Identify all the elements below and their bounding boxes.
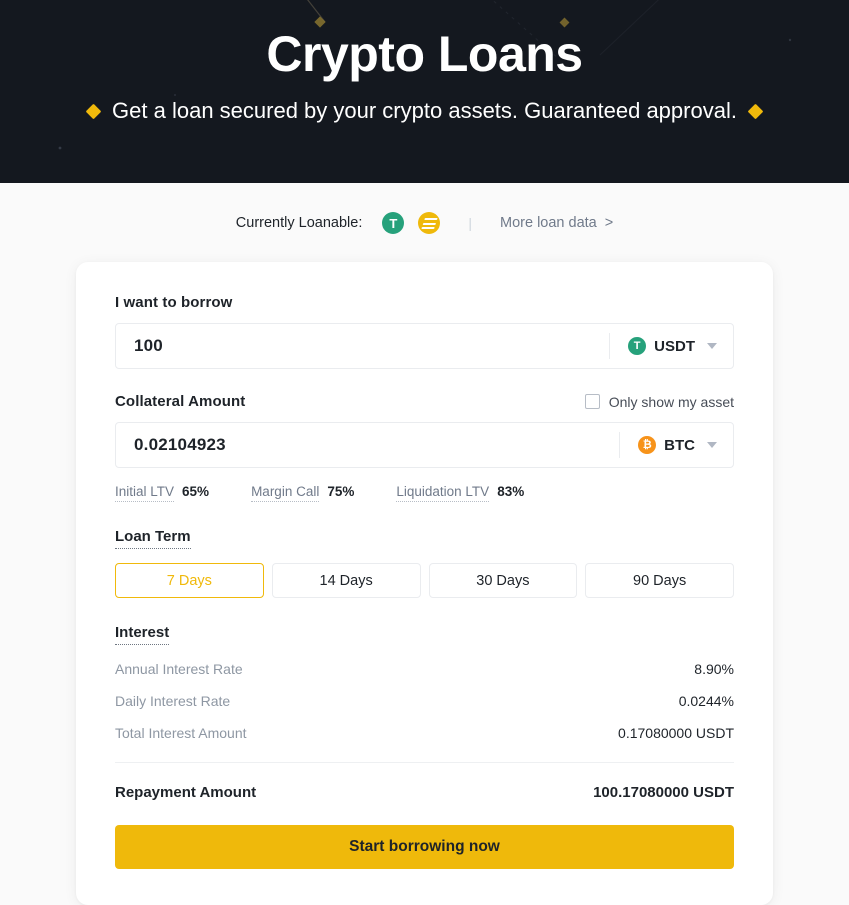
borrow-amount-input[interactable]: 100 bbox=[116, 336, 609, 356]
borrow-input-group[interactable]: 100 T USDT bbox=[115, 323, 734, 369]
btc-glyph: ₿ bbox=[642, 439, 652, 451]
checkbox-box-icon[interactable] bbox=[584, 394, 600, 409]
more-loan-data-label: More loan data bbox=[500, 215, 597, 231]
hero-subtitle: Get a loan secured by your crypto assets… bbox=[112, 98, 737, 123]
borrow-asset-label: USDT bbox=[654, 337, 695, 355]
ltv-row: Initial LTV 65% Margin Call 75% Liquidat… bbox=[115, 484, 734, 502]
total-interest-amount-label: Total Interest Amount bbox=[115, 725, 247, 741]
hero-banner: Crypto Loans Get a loan secured by your … bbox=[0, 0, 849, 183]
collateral-asset-label: BTC bbox=[664, 436, 695, 454]
ltv-margin-call-value: 75% bbox=[327, 484, 355, 499]
loanable-coin-list: T bbox=[382, 212, 441, 234]
interest-row-total: Total Interest Amount 0.17080000 USDT bbox=[115, 725, 734, 741]
repayment-row: Repayment Amount 100.17080000 USDT bbox=[115, 784, 734, 801]
loan-term-option-7-days[interactable]: 7 Days bbox=[115, 563, 264, 598]
hero-subtitle-row: Get a loan secured by your crypto assets… bbox=[85, 96, 764, 126]
ltv-margin-call-label[interactable]: Margin Call bbox=[251, 484, 320, 502]
loan-term-options: 7 Days 14 Days 30 Days 90 Days bbox=[115, 563, 734, 598]
chevron-right-icon: > bbox=[604, 215, 614, 231]
interest-row-daily: Daily Interest Rate 0.0244% bbox=[115, 693, 734, 709]
only-show-my-asset-checkbox[interactable]: Only show my asset bbox=[584, 393, 734, 410]
ltv-liquidation-label[interactable]: Liquidation LTV bbox=[396, 484, 490, 502]
fdusd-coin-icon[interactable] bbox=[418, 212, 441, 234]
section-divider bbox=[115, 762, 734, 763]
ltv-liquidation: Liquidation LTV 83% bbox=[396, 484, 524, 502]
interest-row-annual: Annual Interest Rate 8.90% bbox=[115, 661, 734, 677]
usdt-glyph: T bbox=[389, 215, 398, 231]
usdt-icon: T bbox=[628, 337, 647, 355]
currently-loanable-row: Currently Loanable: T | More loan data > bbox=[0, 183, 849, 263]
loan-form-card: I want to borrow 100 T USDT Collateral A… bbox=[76, 262, 773, 905]
currently-loanable-label: Currently Loanable: bbox=[235, 215, 363, 231]
ltv-liquidation-value: 83% bbox=[497, 484, 525, 499]
loan-term-option-90-days[interactable]: 90 Days bbox=[585, 563, 734, 598]
usdt-glyph: T bbox=[633, 340, 641, 352]
daily-interest-rate-value: 0.0244% bbox=[678, 693, 734, 709]
ltv-initial-label[interactable]: Initial LTV bbox=[115, 484, 175, 502]
borrow-asset-select[interactable]: T USDT bbox=[609, 333, 733, 359]
ltv-initial: Initial LTV 65% bbox=[115, 484, 209, 502]
collateral-label: Collateral Amount bbox=[115, 393, 246, 410]
collateral-amount-input[interactable]: 0.02104923 bbox=[116, 435, 619, 455]
ltv-initial-value: 65% bbox=[182, 484, 210, 499]
only-show-my-asset-label: Only show my asset bbox=[608, 393, 734, 410]
diamond-right-icon bbox=[747, 103, 764, 119]
separator-divider: | bbox=[468, 215, 472, 231]
btc-icon: ₿ bbox=[638, 436, 657, 454]
usdt-coin-icon[interactable]: T bbox=[382, 212, 405, 234]
annual-interest-rate-value: 8.90% bbox=[694, 661, 734, 677]
borrow-label: I want to borrow bbox=[115, 294, 233, 311]
repayment-amount-value: 100.17080000 USDT bbox=[593, 784, 734, 801]
loan-term-option-14-days[interactable]: 14 Days bbox=[271, 563, 421, 598]
collateral-asset-select[interactable]: ₿ BTC bbox=[619, 432, 733, 458]
start-borrowing-button[interactable]: Start borrowing now bbox=[115, 825, 734, 869]
annual-interest-rate-label: Annual Interest Rate bbox=[115, 661, 243, 677]
chevron-down-icon bbox=[707, 442, 717, 448]
ltv-margin-call: Margin Call 75% bbox=[251, 484, 354, 502]
loan-term-title[interactable]: Loan Term bbox=[115, 528, 191, 549]
loan-term-option-30-days[interactable]: 30 Days bbox=[428, 563, 578, 598]
daily-interest-rate-label: Daily Interest Rate bbox=[115, 693, 231, 709]
more-loan-data-link[interactable]: More loan data > bbox=[500, 215, 613, 231]
chevron-down-icon bbox=[707, 343, 717, 349]
collateral-label-row: Collateral Amount Only show my asset bbox=[115, 393, 734, 410]
repayment-amount-label: Repayment Amount bbox=[115, 784, 257, 801]
page-title: Crypto Loans bbox=[266, 26, 583, 82]
collateral-input-group[interactable]: 0.02104923 ₿ BTC bbox=[115, 422, 734, 468]
interest-title[interactable]: Interest bbox=[115, 624, 170, 645]
total-interest-amount-value: 0.17080000 USDT bbox=[618, 725, 734, 741]
fdusd-stripes-glyph bbox=[421, 217, 438, 229]
diamond-left-icon bbox=[85, 103, 102, 119]
